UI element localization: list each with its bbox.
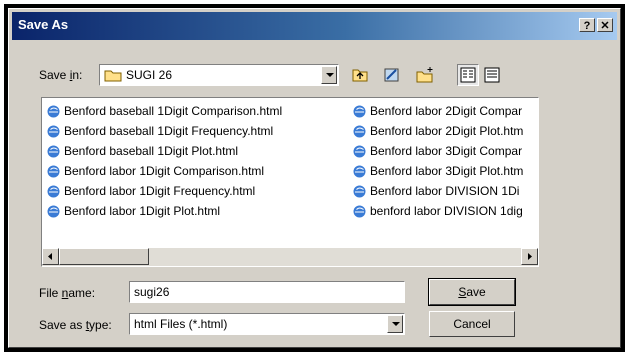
- file-list-column-1: Benford baseball 1Digit Comparison.html …: [44, 102, 282, 222]
- save-in-label: Save in:: [39, 68, 82, 82]
- html-file-icon: [353, 125, 366, 138]
- file-name-text: Benford labor 3Digit Plot.htm: [370, 164, 524, 178]
- html-file-icon: [47, 185, 60, 198]
- save-type-label-part: Save as: [39, 318, 86, 332]
- save-in-value: SUGI 26: [126, 68, 173, 82]
- cancel-button-label: Cancel: [453, 317, 491, 331]
- list-view-button[interactable]: [457, 64, 479, 86]
- scroll-thumb[interactable]: [59, 248, 149, 265]
- folder-icon: [104, 70, 122, 82]
- html-file-icon: [47, 105, 60, 118]
- file-name-label-part: File: [39, 286, 62, 300]
- file-name-text: Benford labor 3Digit Compar: [370, 144, 523, 158]
- file-name-text: Benford baseball 1Digit Plot.html: [64, 144, 239, 158]
- file-name-text: Benford labor DIVISION 1Di: [370, 184, 520, 198]
- list-item[interactable]: Benford labor 1Digit Frequency.html: [44, 182, 282, 202]
- chevron-down-icon[interactable]: [387, 315, 403, 333]
- file-name-input[interactable]: sugi26: [129, 281, 405, 303]
- close-button[interactable]: ✕: [597, 18, 613, 32]
- list-item[interactable]: Benford labor 3Digit Plot.htm: [350, 162, 523, 182]
- list-item[interactable]: Benford labor 3Digit Compar: [350, 142, 523, 162]
- save-in-label-part: Save: [39, 68, 70, 82]
- save-button-label: ave: [466, 285, 486, 299]
- file-name-text: Benford labor 1Digit Plot.html: [64, 204, 221, 218]
- save-button[interactable]: Save: [428, 278, 516, 306]
- file-name-text: benford labor DIVISION 1dig: [370, 204, 523, 218]
- scroll-left-button[interactable]: [42, 248, 59, 265]
- file-name-text: Benford baseball 1Digit Comparison.html: [64, 104, 283, 118]
- save-as-dialog: Save As ? ✕ Save in: SUGI 26 Benford bas…: [8, 8, 621, 348]
- file-name-label: File name:: [39, 286, 95, 300]
- file-name-text: Benford labor 1Digit Comparison.html: [64, 164, 265, 178]
- new-folder-button[interactable]: [414, 64, 436, 86]
- file-name-text: Benford labor 2Digit Plot.htm: [370, 124, 524, 138]
- list-item[interactable]: Benford labor 2Digit Plot.htm: [350, 122, 523, 142]
- list-view-icon: [460, 67, 476, 83]
- web-folder-icon: [384, 68, 399, 82]
- save-type-value: html Files (*.html): [134, 317, 228, 331]
- html-file-icon: [353, 165, 366, 178]
- list-item[interactable]: Benford baseball 1Digit Plot.html: [44, 142, 282, 162]
- scroll-right-button[interactable]: [521, 248, 538, 265]
- list-item[interactable]: Benford baseball 1Digit Frequency.html: [44, 122, 282, 142]
- html-file-icon: [47, 205, 60, 218]
- list-item[interactable]: Benford labor DIVISION 1Di: [350, 182, 523, 202]
- close-icon: ✕: [600, 20, 610, 32]
- save-type-label: Save as type:: [39, 318, 112, 332]
- details-view-icon: [484, 67, 500, 83]
- html-file-icon: [47, 145, 60, 158]
- file-list-column-2: Benford labor 2Digit Compar Benford labo…: [350, 102, 523, 222]
- save-in-dropdown[interactable]: SUGI 26: [99, 64, 339, 86]
- up-folder-icon: [352, 69, 368, 82]
- arrow-right-icon: [528, 253, 532, 260]
- list-item[interactable]: Benford labor 1Digit Comparison.html: [44, 162, 282, 182]
- file-list[interactable]: Benford baseball 1Digit Comparison.html …: [41, 97, 539, 267]
- file-name-value: sugi26: [134, 285, 170, 299]
- html-file-icon: [353, 185, 366, 198]
- new-folder-icon: [416, 67, 433, 83]
- dialog-title: Save As: [18, 17, 69, 32]
- list-item[interactable]: Benford labor 1Digit Plot.html: [44, 202, 282, 222]
- html-file-icon: [353, 145, 366, 158]
- html-file-icon: [353, 205, 366, 218]
- cancel-button[interactable]: Cancel: [429, 311, 515, 337]
- save-in-label-part: n:: [72, 68, 83, 82]
- chevron-down-icon[interactable]: [321, 66, 337, 84]
- arrow-left-icon: [48, 253, 52, 260]
- file-name-label-part: ame:: [68, 286, 96, 300]
- list-item[interactable]: Benford labor 2Digit Compar: [350, 102, 523, 122]
- html-file-icon: [47, 165, 60, 178]
- title-bar[interactable]: Save As ? ✕: [12, 12, 617, 40]
- html-file-icon: [353, 105, 366, 118]
- horizontal-scrollbar[interactable]: [42, 248, 538, 266]
- details-view-button[interactable]: [481, 64, 503, 86]
- save-type-label-part: ype:: [89, 318, 112, 332]
- help-icon: ?: [583, 20, 591, 32]
- help-button[interactable]: ?: [579, 18, 595, 32]
- file-name-text: Benford baseball 1Digit Frequency.html: [64, 124, 274, 138]
- file-name-text: Benford labor 2Digit Compar: [370, 104, 523, 118]
- html-file-icon: [47, 125, 60, 138]
- save-type-dropdown[interactable]: html Files (*.html): [129, 313, 405, 335]
- up-one-level-button[interactable]: [349, 64, 371, 86]
- web-folder-button[interactable]: [381, 64, 403, 86]
- list-item[interactable]: benford labor DIVISION 1dig: [350, 202, 523, 222]
- file-name-text: Benford labor 1Digit Frequency.html: [64, 184, 256, 198]
- list-item[interactable]: Benford baseball 1Digit Comparison.html: [44, 102, 282, 122]
